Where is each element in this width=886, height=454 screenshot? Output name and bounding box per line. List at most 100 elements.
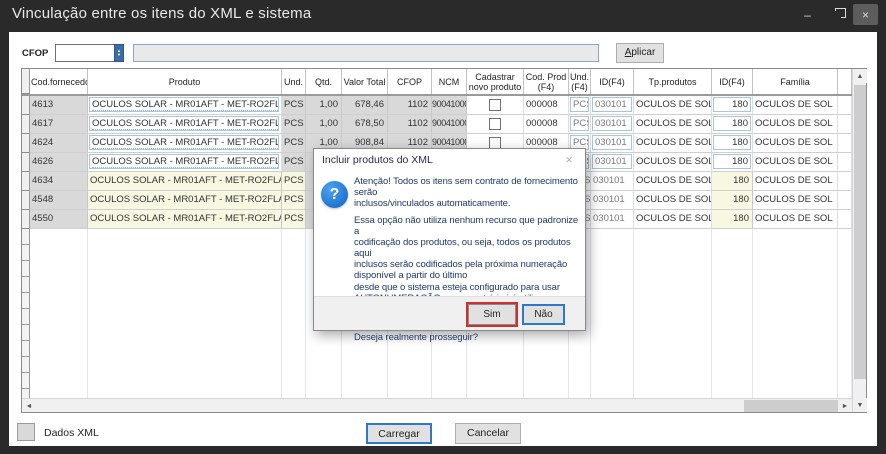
und-f4-cell[interactable]: PCS xyxy=(569,96,591,115)
und-f4-cell[interactable]: PCS xyxy=(569,115,591,134)
ncm-cell: 90041000 xyxy=(432,96,467,115)
cfop-input[interactable] xyxy=(55,44,115,62)
cfop-description-input[interactable] xyxy=(133,44,599,62)
produto-cell[interactable]: OCULOS SOLAR - MR01AFT - MET-RO2FLAT-BLA… xyxy=(88,153,282,172)
scroll-left-icon[interactable]: ◄ xyxy=(22,399,36,413)
scroll-down-icon[interactable]: ▼ xyxy=(853,398,867,412)
und-f4-input[interactable]: PCS xyxy=(570,97,589,112)
cadastrar-novo-checkbox[interactable] xyxy=(489,99,501,111)
header-valor-total[interactable]: Valor Total xyxy=(342,69,388,94)
vertical-scrollbar[interactable]: ▲ ▼ xyxy=(852,69,866,412)
id-f4-2-cell[interactable]: 180 xyxy=(712,134,753,153)
cadastrar-novo-checkbox[interactable] xyxy=(489,118,501,130)
row-selector[interactable] xyxy=(22,134,30,153)
header-cod-fornecedor[interactable]: Cod.fornecedor xyxy=(30,69,88,94)
qtd-cell: 1,00 xyxy=(306,96,342,115)
dados-xml-checkbox[interactable] xyxy=(17,423,35,441)
cfop-lookup-button[interactable]: ▲▼ xyxy=(114,44,124,62)
header-id-f4-2[interactable]: ID(F4) xyxy=(712,69,753,94)
id-f4-2-input[interactable]: 180 xyxy=(713,135,751,150)
valor-total-cell: 678,46 xyxy=(342,96,388,115)
qtd-cell: 1,00 xyxy=(306,115,342,134)
header-tp-produtos[interactable]: Tp.produtos xyxy=(634,69,712,94)
cod-fornecedor-cell: 4624 xyxy=(30,134,88,153)
produto-cell[interactable]: OCULOS SOLAR - MR01AFT - MET-RO2FLAT-BLA… xyxy=(88,115,282,134)
row-selector[interactable] xyxy=(22,191,30,210)
id-f4-2-cell[interactable]: 180 xyxy=(712,153,753,172)
id-f4-input[interactable]: 030101 xyxy=(592,154,632,169)
produto-input[interactable]: OCULOS SOLAR - MR01AFT - MET-RO2FLAT-BLA… xyxy=(89,97,279,112)
cod-fornecedor-cell: 4548 xyxy=(30,191,88,210)
id-f4-2-input[interactable]: 180 xyxy=(713,116,751,131)
header-und[interactable]: Und. xyxy=(282,69,306,94)
id-f4-cell[interactable]: 030101 xyxy=(591,153,634,172)
und-cell: PCS xyxy=(282,153,306,172)
horizontal-scroll-thumb[interactable] xyxy=(744,400,838,412)
header-id-f4[interactable]: ID(F4) xyxy=(591,69,634,94)
horizontal-scrollbar[interactable]: ◄ ► xyxy=(22,398,852,412)
load-button[interactable]: Carregar xyxy=(366,423,432,444)
scroll-right-icon[interactable]: ► xyxy=(838,399,852,413)
produto-input[interactable]: OCULOS SOLAR - MR01AFT - MET-RO2FLAT-BLA… xyxy=(89,135,279,150)
dialog-close-icon[interactable]: × xyxy=(561,152,577,168)
tp-produtos-cell: OCULOS DE SOL xyxy=(634,96,712,115)
id-f4-cell[interactable]: 030101 xyxy=(591,134,634,153)
id-f4-2-input[interactable]: 180 xyxy=(713,154,751,169)
row-spacer-cell xyxy=(838,115,852,134)
id-f4-input[interactable]: 030101 xyxy=(592,116,632,131)
dialog-title: Incluir produtos do XML xyxy=(322,154,433,166)
row-spacer-cell xyxy=(838,191,852,210)
yes-button[interactable]: Sim xyxy=(468,304,516,325)
row-spacer-cell xyxy=(838,134,852,153)
row-selector[interactable] xyxy=(22,153,30,172)
produto-input[interactable]: OCULOS SOLAR - MR01AFT - MET-RO2FLAT-BLA… xyxy=(89,116,279,131)
produto-cell[interactable]: OCULOS SOLAR - MR01AFT - MET-RO2FLAT-BLA… xyxy=(88,96,282,115)
incluir-produtos-dialog: Incluir produtos do XML × ? Atenção! Tod… xyxy=(313,148,586,331)
valor-total-cell: 678,50 xyxy=(342,115,388,134)
header-ncm[interactable]: NCM xyxy=(432,69,467,94)
tp-produtos-cell: OCULOS DE SOL xyxy=(634,210,712,229)
scroll-up-icon[interactable]: ▲ xyxy=(853,69,867,83)
empty-column xyxy=(591,229,634,399)
row-selector[interactable] xyxy=(22,210,30,229)
apply-button[interactable]: Aplicar xyxy=(616,43,664,63)
minimize-button[interactable]: – xyxy=(795,4,820,25)
restore-button[interactable] xyxy=(824,4,849,25)
dialog-question: Deseja realmente prosseguir? xyxy=(354,332,582,343)
header-familia[interactable]: Família xyxy=(753,69,838,94)
id-f4-2-cell[interactable]: 180 xyxy=(712,96,753,115)
close-button[interactable]: × xyxy=(853,4,878,25)
produto-cell[interactable]: OCULOS SOLAR - MR01AFT - MET-RO2FLAT-BLA… xyxy=(88,134,282,153)
row-spacer-cell xyxy=(838,172,852,191)
header-cfop[interactable]: CFOP xyxy=(388,69,432,94)
header-qtd[interactable]: Qtd. xyxy=(306,69,342,94)
id-f4-cell[interactable]: 030101 xyxy=(591,115,634,134)
cadastrar-novo-cell xyxy=(467,115,524,134)
row-selector[interactable] xyxy=(22,96,30,115)
empty-column xyxy=(88,229,282,399)
row-selector[interactable] xyxy=(22,172,30,191)
id-f4-cell: 030101 xyxy=(591,172,634,191)
cancel-button[interactable]: Cancelar xyxy=(455,423,521,444)
id-f4-2-cell: 180 xyxy=(712,172,753,191)
row-spacer-cell xyxy=(838,210,852,229)
id-f4-input[interactable]: 030101 xyxy=(592,135,632,150)
table-row: 4613OCULOS SOLAR - MR01AFT - MET-RO2FLAT… xyxy=(22,96,852,115)
und-f4-input[interactable]: PCS xyxy=(570,116,589,131)
no-button[interactable]: Não xyxy=(522,304,565,325)
header-cod-prod-f4[interactable]: Cod. Prod (F4) xyxy=(524,69,569,94)
cod-fornecedor-cell: 4613 xyxy=(30,96,88,115)
id-f4-2-input[interactable]: 180 xyxy=(713,97,751,112)
header-und-f4[interactable]: Und. (F4) xyxy=(569,69,591,94)
header-cadastrar-novo[interactable]: Cadastrar novo produto xyxy=(467,69,524,94)
vertical-scroll-thumb[interactable] xyxy=(854,85,866,379)
familia-cell: OCULOS DE SOL xyxy=(753,172,838,191)
id-f4-cell[interactable]: 030101 xyxy=(591,96,634,115)
id-f4-2-cell[interactable]: 180 xyxy=(712,115,753,134)
header-produto[interactable]: Produto xyxy=(88,69,282,94)
id-f4-input[interactable]: 030101 xyxy=(592,97,632,112)
id-f4-2-cell: 180 xyxy=(712,210,753,229)
und-cell: PCS xyxy=(282,191,306,210)
row-selector[interactable] xyxy=(22,115,30,134)
produto-input[interactable]: OCULOS SOLAR - MR01AFT - MET-RO2FLAT-BLA… xyxy=(89,154,279,169)
